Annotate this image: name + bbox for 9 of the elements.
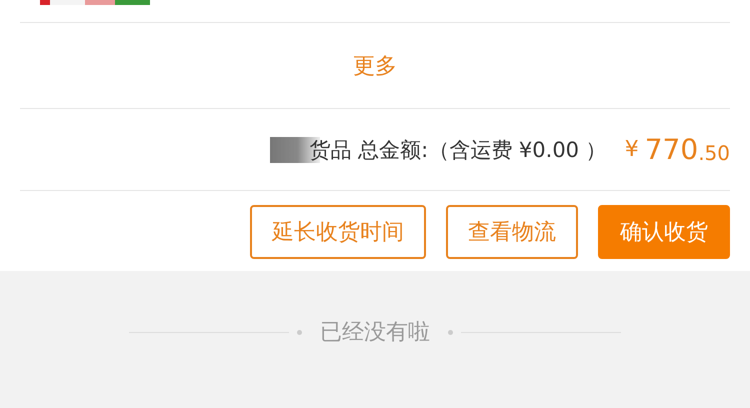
price-currency: ¥ [624, 137, 639, 162]
confirm-button[interactable]: 确认收货 [598, 205, 730, 259]
action-button[interactable]: 延长收货时间 [250, 205, 426, 259]
price-integer: 770 [644, 133, 698, 166]
end-notice: 已经没有啦 [320, 319, 430, 347]
action-button[interactable]: 查看物流 [446, 205, 578, 259]
total-label: 货品 总金额:（含运费 ¥0.00 ） [310, 136, 607, 164]
more-link[interactable]: 更多 [353, 50, 397, 80]
price-decimal: .50 [698, 140, 730, 164]
